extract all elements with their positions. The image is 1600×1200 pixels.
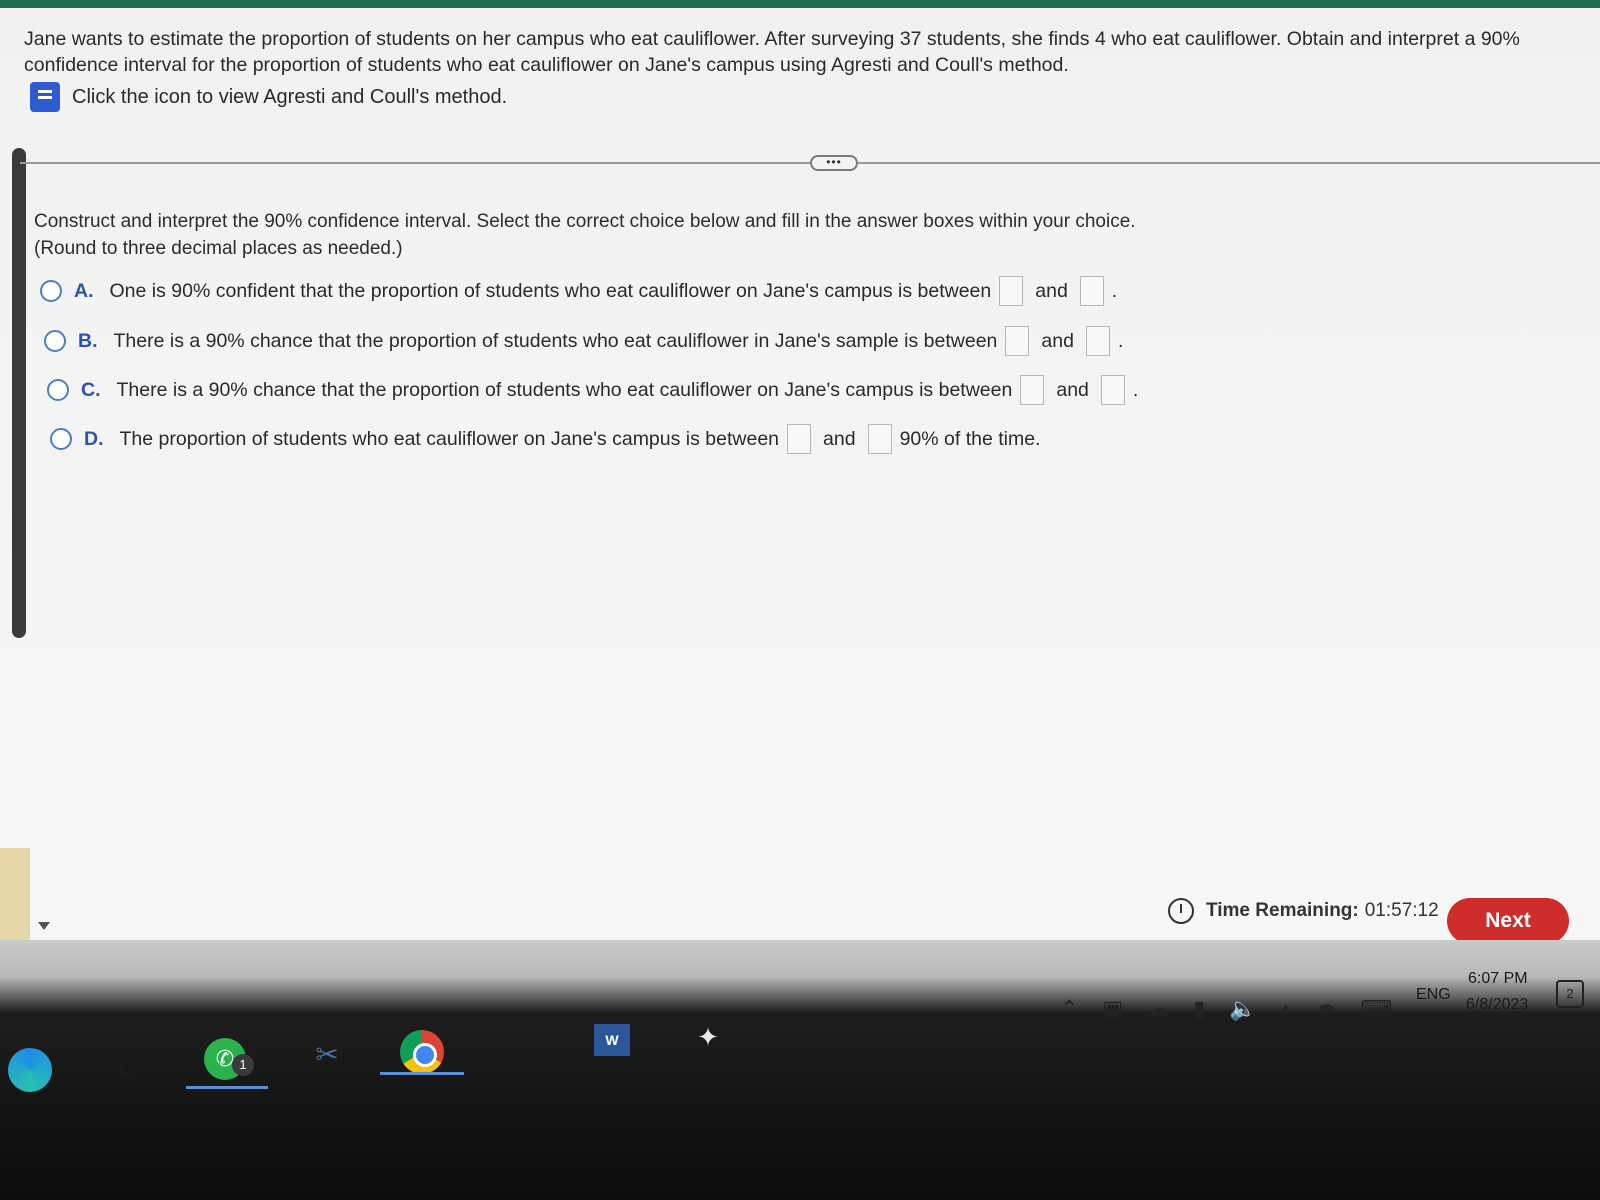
choice-suffix: . (1132, 378, 1139, 401)
time-remaining-value: 01:57:12 (1364, 900, 1439, 921)
method-link-text[interactable]: Click the icon to view Agresti and Coull… (72, 86, 507, 109)
book-icon[interactable] (30, 82, 60, 112)
mascot-app-icon[interactable]: ✦ (690, 1018, 726, 1056)
language-indicator[interactable]: ENG (1416, 986, 1451, 1004)
choice-suffix: 90% of the time. (899, 427, 1041, 450)
choice-and: and (1041, 329, 1074, 352)
snipping-tool-icon[interactable]: ✂ (306, 1036, 348, 1072)
choice-letter: B. (78, 329, 98, 352)
answer-box-upper[interactable] (1079, 276, 1104, 306)
expand-more-button[interactable]: ••• (810, 155, 858, 171)
edge-browser-icon[interactable] (8, 1048, 52, 1092)
notification-icon[interactable]: 2 (1556, 980, 1584, 1008)
onedrive-cloud-icon[interactable]: ☁ (1147, 996, 1169, 1022)
system-tray: ⌃ ▣ ☁ ▮ 🔈 ◐ ✒ ⌨ (1060, 996, 1392, 1022)
active-app-indicator (380, 1072, 464, 1075)
answer-box-lower[interactable] (1020, 375, 1045, 405)
choice-a[interactable]: A. One is 90% confident that the proport… (40, 276, 1117, 306)
system-clock-time[interactable]: 6:07 PM (1468, 970, 1528, 988)
answer-box-lower[interactable] (787, 424, 812, 454)
time-remaining-label: Time Remaining: (1206, 900, 1359, 921)
speaker-icon[interactable]: 🔈 (1229, 996, 1256, 1022)
choice-d[interactable]: D. The proportion of students who eat ca… (50, 424, 1040, 454)
choice-letter: C. (81, 378, 101, 401)
word-app-icon[interactable]: W (594, 1024, 630, 1056)
meet-now-icon[interactable]: ▣ (1102, 996, 1123, 1022)
choice-letter: A. (74, 279, 94, 302)
chevron-up-icon[interactable]: ⌃ (1060, 996, 1078, 1022)
answer-box-upper[interactable] (1100, 375, 1125, 405)
clock-icon (1168, 898, 1194, 924)
next-button[interactable]: Next (1447, 898, 1569, 944)
choice-letter: D. (84, 427, 104, 450)
choice-b[interactable]: B. There is a 90% chance that the propor… (44, 326, 1123, 356)
wifi-icon[interactable]: ◐ (1281, 996, 1294, 1022)
question-page (0, 8, 1600, 940)
instructions-line-2: (Round to three decimal places as needed… (34, 238, 403, 259)
radio-a[interactable] (40, 280, 62, 302)
whatsapp-badge: 1 (232, 1054, 254, 1076)
instructions: Construct and interpret the 90% confiden… (34, 208, 1334, 262)
pen-icon[interactable]: ✒ (1318, 996, 1336, 1022)
radio-d[interactable] (50, 428, 72, 450)
instructions-line-1: Construct and interpret the 90% confiden… (34, 211, 1136, 232)
battery-icon[interactable]: ▮ (1193, 996, 1205, 1022)
question-text: Jane wants to estimate the proportion of… (24, 28, 1520, 76)
radio-c[interactable] (47, 379, 69, 401)
choice-text: One is 90% confident that the proportion… (109, 279, 992, 302)
choice-and: and (1035, 279, 1068, 302)
choice-text: There is a 90% chance that the proportio… (116, 378, 1013, 401)
answer-box-lower[interactable] (1005, 326, 1030, 356)
choice-and: and (1056, 378, 1089, 401)
choice-text: There is a 90% chance that the proportio… (113, 329, 998, 352)
choice-suffix: . (1111, 279, 1118, 302)
answer-box-lower[interactable] (999, 276, 1024, 306)
system-clock-date[interactable]: 6/8/2023 (1466, 996, 1528, 1014)
choice-c[interactable]: C. There is a 90% chance that the propor… (47, 375, 1138, 405)
method-help-row[interactable]: Click the icon to view Agresti and Coull… (30, 82, 507, 112)
vertical-scrollbar[interactable] (12, 148, 26, 638)
scroll-down-arrow-icon[interactable] (38, 922, 50, 930)
side-tab[interactable] (0, 848, 30, 940)
time-remaining: Time Remaining: 01:57:12 (1168, 898, 1439, 924)
top-bar (0, 0, 1600, 8)
chrome-browser-icon[interactable] (400, 1030, 444, 1074)
choice-and: and (823, 427, 856, 450)
active-app-indicator (186, 1086, 268, 1089)
radio-b[interactable] (44, 330, 66, 352)
answer-box-upper[interactable] (867, 424, 892, 454)
keyboard-icon[interactable]: ⌨ (1360, 996, 1392, 1022)
choice-suffix: . (1117, 329, 1124, 352)
gear-icon[interactable]: ⚙ (112, 1049, 148, 1087)
answer-box-upper[interactable] (1085, 326, 1110, 356)
choice-text: The proportion of students who eat cauli… (119, 427, 780, 450)
